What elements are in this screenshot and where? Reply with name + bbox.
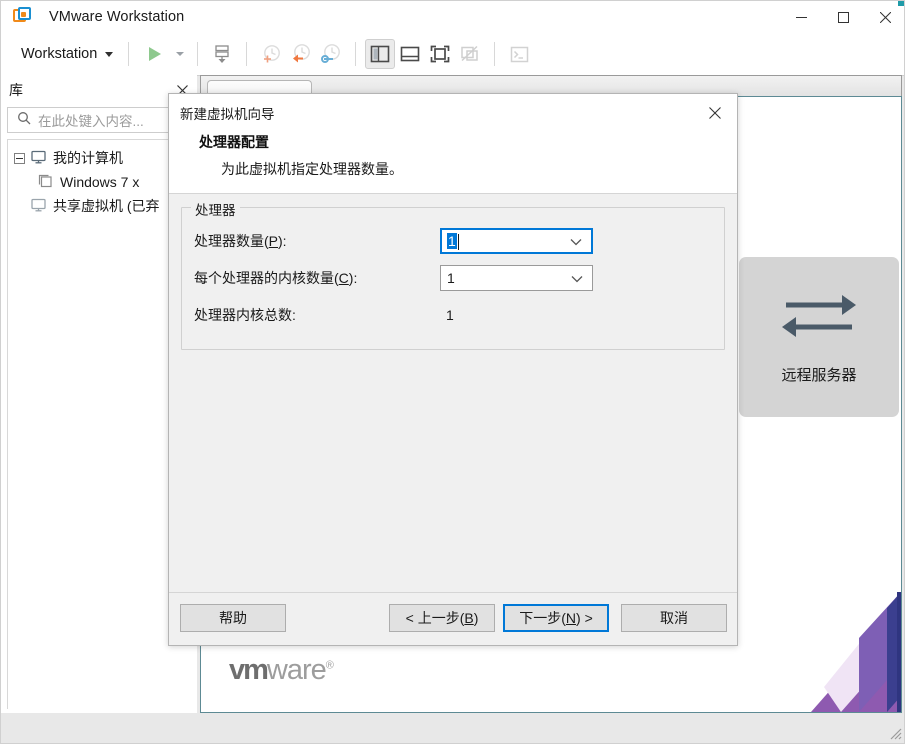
dialog-body: 处理器 处理器数量(P): 1 每个处理器的内核数量(C): 1 处理器内核总数… [169,194,737,592]
dialog-heading: 处理器配置 [199,134,269,150]
teal-accent-corner [898,1,904,6]
cores-per-processor-value: 1 [447,269,455,286]
new-vm-wizard-dialog: 新建虚拟机向导 处理器配置 为此虚拟机指定处理器数量。 处理器 处理器数量(P)… [168,93,738,646]
show-library-button[interactable] [365,39,396,69]
collapse-toggle-icon[interactable] [14,152,25,164]
monitor-icon [31,150,46,167]
minimize-button[interactable] [780,1,822,33]
button-mnemonic: B [464,610,474,626]
tree-item-my-computer[interactable]: 我的计算机 [8,146,191,170]
label-text: ): [348,269,358,286]
button-label: ) [473,610,479,626]
button-label: ) > [576,610,593,626]
window-controls [780,1,904,33]
console-button[interactable] [504,39,534,69]
show-thumbnail-bar-button[interactable] [395,39,425,69]
resize-grip-icon[interactable] [888,726,902,740]
shared-vm-icon [31,198,46,215]
wordmark-ware: ware [266,654,327,686]
button-label: 下一步( [519,610,566,626]
toolbar-separator [355,42,357,66]
toolbar-separator [197,42,199,66]
dialog-header: 处理器配置 为此虚拟机指定处理器数量。 [169,132,737,194]
status-bar [1,713,904,743]
help-button[interactable]: 帮助 [180,604,286,632]
power-options-dropdown[interactable] [172,39,188,69]
chevron-down-icon [105,51,114,57]
chevron-down-icon[interactable] [571,270,583,286]
manage-snapshot-button[interactable] [207,39,237,69]
library-title: 库 [9,82,23,98]
main-toolbar: Workstation [1,33,904,76]
chevron-down-icon[interactable] [570,233,582,249]
toolbar-separator [246,42,248,66]
library-tree[interactable]: 我的计算机 Windows 7 x 共享虚拟机 (已弃 [7,139,191,709]
label-mnemonic: C [338,269,349,286]
window-title: VMware Workstation [49,9,185,25]
dialog-close-button[interactable] [693,94,737,132]
back-button[interactable]: < 上一步(B) [389,604,495,632]
processor-count-value: 1 [447,232,459,250]
snapshot-manager-button[interactable] [316,39,346,69]
vm-icon [38,174,53,191]
label-text: ): [278,232,287,249]
dialog-subheading: 为此虚拟机指定处理器数量。 [221,161,403,177]
tile-connect-remote-server[interactable]: 远程服务器 [739,257,899,417]
take-snapshot-button[interactable] [256,39,286,69]
processor-count-row: 处理器数量(P): 1 [194,222,712,259]
dialog-title-bar: 新建虚拟机向导 [169,94,737,132]
cancel-button[interactable]: 取消 [621,604,727,632]
wordmark-vm: vm [229,654,269,686]
library-search-input[interactable]: 在此处键入内容... [7,107,191,133]
maximize-button[interactable] [822,1,864,33]
tree-item-label: Windows 7 x [60,174,140,190]
processor-count-select[interactable]: 1 [440,227,593,254]
next-button[interactable]: 下一步(N) > [503,604,609,632]
search-icon [17,111,31,130]
cores-per-processor-label: 每个处理器的内核数量(C): [194,268,440,288]
processor-count-label: 处理器数量(P): [194,231,440,251]
tree-item-label: 我的计算机 [53,150,123,166]
tree-item-windows7[interactable]: Windows 7 x [8,170,191,194]
total-cores-row: 处理器内核总数: 1 [194,296,712,333]
power-on-button[interactable] [138,39,172,69]
processors-group-legend: 处理器 [191,199,240,219]
vmware-workstation-window: VMware Workstation Workstation 库 在此处键入内容… [0,0,905,744]
toolbar-separator [494,42,496,66]
revert-snapshot-button[interactable] [286,39,316,69]
library-search-placeholder: 在此处键入内容... [38,114,144,129]
two-way-arrows-icon [782,289,856,346]
title-bar: VMware Workstation [1,1,904,34]
cores-per-processor-select[interactable]: 1 [440,264,593,291]
label-text: 每个处理器的内核数量( [194,269,339,286]
label-mnemonic: P [268,232,279,249]
tree-item-label: 共享虚拟机 (已弃 [53,198,160,214]
full-screen-button[interactable] [425,39,455,69]
total-cores-value: 1 [446,306,454,323]
tree-item-shared-vms[interactable]: 共享虚拟机 (已弃 [8,194,191,218]
cores-per-processor-row: 每个处理器的内核数量(C): 1 [194,259,712,296]
dialog-title: 新建虚拟机向导 [180,107,275,122]
processors-group: 处理器 处理器数量(P): 1 每个处理器的内核数量(C): 1 处理器内核总数… [181,199,725,350]
tile-label: 远程服务器 [781,367,857,384]
dialog-footer: 帮助 < 上一步(B) 下一步(N) > 取消 [169,592,737,645]
chevron-down-small-icon [176,52,185,56]
toolbar-separator [128,42,130,66]
vmware-app-icon [13,7,33,27]
wordmark-trademark: ® [325,659,334,672]
vmware-wordmark: vmware® [229,654,334,687]
label-text: 处理器数量( [194,232,269,249]
unity-mode-button[interactable] [455,39,485,69]
button-label: < 上一步( [405,610,465,626]
workstation-menu-button[interactable]: Workstation [15,42,119,66]
button-mnemonic: N [565,610,577,626]
workstation-menu-label: Workstation [21,46,98,62]
total-cores-label: 处理器内核总数: [194,306,296,323]
